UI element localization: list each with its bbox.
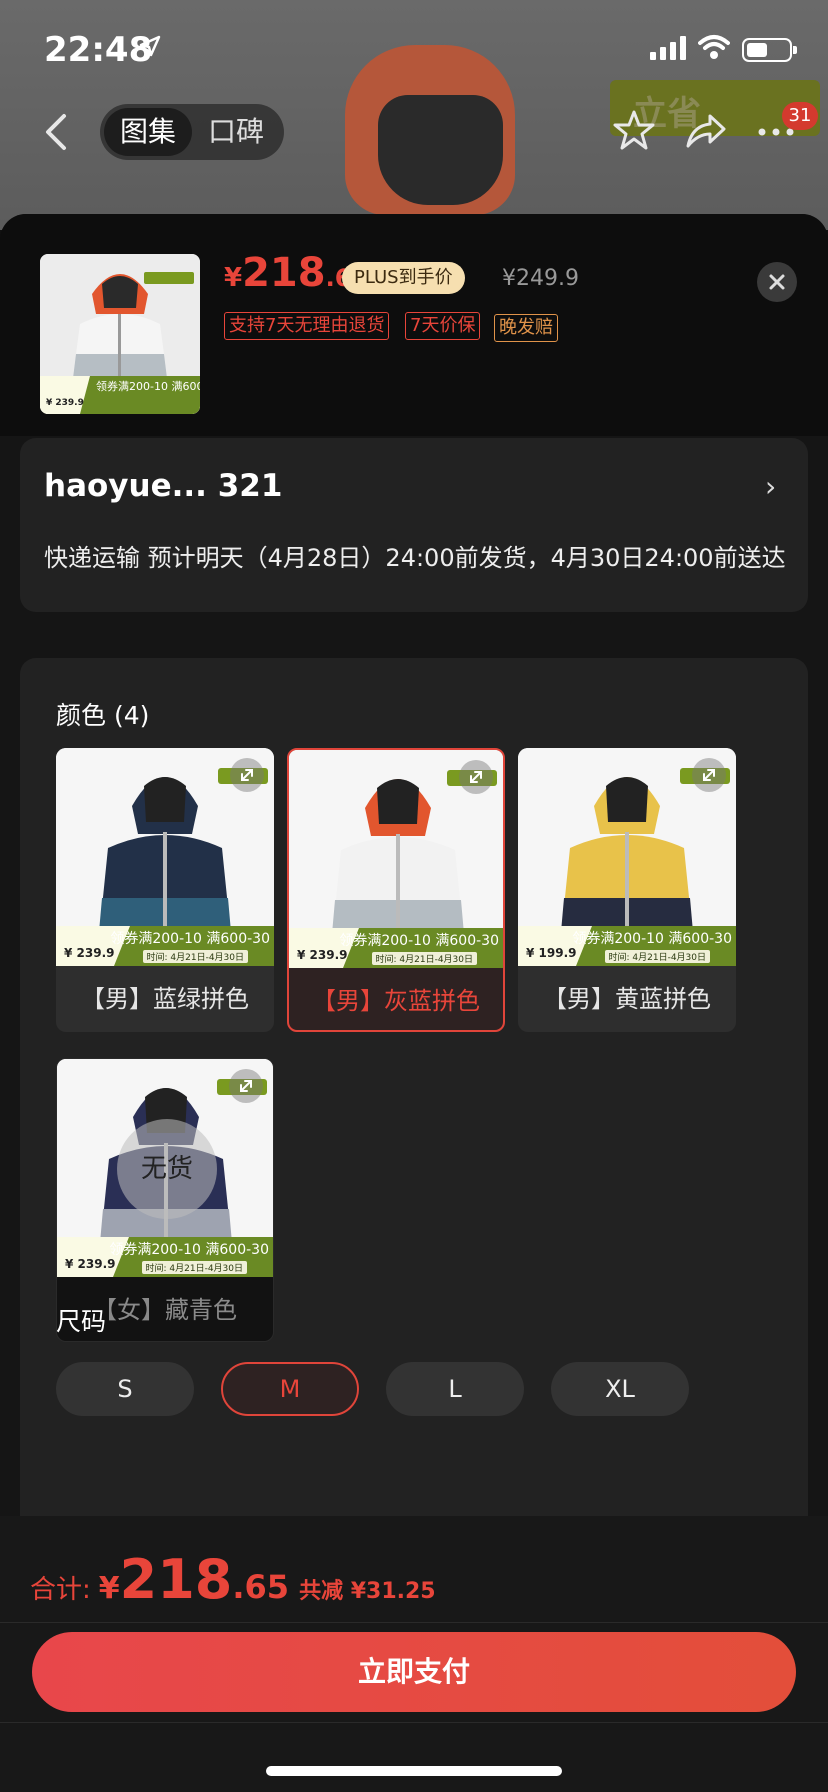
location-arrow-icon (139, 35, 161, 57)
sheet-header: 领券满200-10 满600-30 ¥ 239.9 ¥ 218 .65 PLUS… (0, 214, 828, 436)
promo-price: ¥ 199.9 (526, 946, 577, 960)
promo-price: ¥ 239.9 (297, 948, 348, 962)
color-option[interactable]: 领券满200-10 满600-30 时间: 4月21日-4月30日 ¥ 239.9 【… (287, 748, 505, 1032)
background-jacket-hood-inner (378, 95, 503, 205)
wifi-icon (698, 35, 730, 59)
promo-price: ¥ 239.9 (64, 946, 115, 960)
price-integer: 218 (242, 250, 326, 296)
promo-text: 领券满200-10 满600-30 (109, 1242, 269, 1258)
close-button[interactable] (757, 262, 797, 302)
promo-date: 时间: 4月21日-4月30日 (604, 950, 710, 963)
color-option-image: 领券满200-10 满600-30 时间: 4月21日-4月30日 ¥ 239.9 (289, 750, 503, 968)
price-currency: ¥ (224, 263, 243, 293)
original-price: ¥249.9 (502, 266, 579, 291)
recipient-name: haoyue... 321 (44, 468, 283, 504)
cellular-signal-icon (650, 36, 686, 60)
color-option[interactable]: 领券满200-10 满600-30 时间: 4月21日-4月30日 ¥ 199.9 【… (518, 748, 736, 1032)
total-decimal: .65 (232, 1568, 290, 1606)
promo-text: 领券满200-10 满600-30 (110, 931, 270, 947)
promo-strip: 领券满200-10 满600-30 时间: 4月21日-4月30日 ¥ 239.9 (289, 928, 503, 968)
promo-date: 时间: 4月21日-4月30日 (142, 950, 248, 963)
product-thumbnail[interactable]: 领券满200-10 满600-30 ¥ 239.9 (40, 254, 200, 414)
color-option-image: 领券满200-10 满600-30 时间: 4月21日-4月30日 ¥ 239.9 无… (57, 1059, 273, 1277)
color-section-title: 颜色 (4) (56, 701, 150, 730)
status-time: 22:48 (44, 30, 153, 70)
delivery-estimate: 快递运输 预计明天（4月28日）24:00前发货，4月30日24:00前送达 (44, 544, 786, 572)
tab-gallery[interactable]: 图集 (104, 108, 192, 156)
promo-date: 时间: 4月21日-4月30日 (371, 952, 477, 965)
spec-card: 颜色 (4) 领券满200-10 满600-30 时间: 4月21日-4月30日 ¥… (20, 658, 808, 1658)
tag-return-policy: 支持7天无理由退货 (224, 312, 390, 340)
total-price: 合计: ¥ 218 .65 共减 ¥31.25 (30, 1548, 436, 1611)
expand-icon[interactable] (459, 760, 493, 794)
status-bar: 22:48 (0, 0, 828, 96)
color-option-label: 【男】灰蓝拼色 (312, 987, 480, 1015)
pay-now-button[interactable]: 立即支付 (32, 1632, 796, 1712)
color-option[interactable]: 领券满200-10 满600-30 时间: 4月21日-4月30日 ¥ 239.9 【… (56, 748, 274, 1032)
total-currency: ¥ (98, 1571, 120, 1606)
promo-date: 时间: 4月21日-4月30日 (141, 1261, 247, 1274)
expand-arrows-icon (241, 769, 253, 781)
size-option[interactable]: XL (551, 1362, 689, 1416)
nav-tab-group: 图集 口碑 (100, 104, 284, 160)
expand-arrows-icon (703, 769, 715, 781)
size-option[interactable]: S (56, 1362, 194, 1416)
divider (0, 1722, 828, 1723)
expand-arrows-icon (240, 1080, 252, 1092)
promo-strip: 领券满200-10 满600-30 时间: 4月21日-4月30日 ¥ 239.9 (57, 1237, 273, 1277)
home-indicator[interactable] (266, 1766, 562, 1776)
promo-strip: 领券满200-10 满600-30 时间: 4月21日-4月30日 ¥ 199.9 (518, 926, 736, 966)
expand-icon[interactable] (230, 758, 264, 792)
battery-icon (742, 38, 797, 62)
promo-strip: 领券满200-10 满600-30 时间: 4月21日-4月30日 ¥ 239.9 (56, 926, 274, 966)
thumbnail-promo-text: 领券满200-10 满600-30 (96, 380, 200, 393)
expand-icon[interactable] (229, 1069, 263, 1103)
divider (0, 1622, 828, 1623)
color-option-label: 【男】蓝绿拼色 (81, 985, 249, 1013)
promo-price: ¥ 239.9 (65, 1257, 116, 1271)
color-option[interactable]: 领券满200-10 满600-30 时间: 4月21日-4月30日 ¥ 239.9 无… (56, 1058, 274, 1342)
cart-count-badge: 31 (782, 102, 818, 130)
tab-reviews[interactable]: 口碑 (192, 108, 280, 156)
total-integer: 218 (119, 1548, 233, 1611)
checkout-bar: 合计: ¥ 218 .65 共减 ¥31.25 立即支付 (0, 1516, 828, 1792)
size-option[interactable]: M (221, 1362, 359, 1416)
size-option[interactable]: L (386, 1362, 524, 1416)
size-section-title: 尺码 (56, 1307, 107, 1336)
promo-text: 领券满200-10 满600-30 (572, 931, 732, 947)
tag-price-protection: 7天价保 (405, 312, 481, 340)
expand-arrows-icon (470, 771, 482, 783)
size-options-row: S M L XL (56, 1362, 756, 1416)
total-label: 合计: (30, 1575, 91, 1605)
back-chevron-icon[interactable] (36, 110, 76, 154)
color-option-image: 领券满200-10 满600-30 时间: 4月21日-4月30日 ¥ 199.9 (518, 748, 736, 966)
tag-late-delivery-comp: 晚发赔 (494, 314, 558, 342)
plus-price-badge: PLUS到手价 (342, 262, 465, 294)
share-icon[interactable] (684, 108, 728, 152)
address-card[interactable]: haoyue... 321 › 快递运输 预计明天（4月28日）24:00前发货… (20, 438, 808, 612)
thumbnail-price: ¥ 239.9 (46, 398, 84, 408)
star-icon[interactable] (612, 108, 656, 152)
color-option-image: 领券满200-10 满600-30 时间: 4月21日-4月30日 ¥ 239.9 (56, 748, 274, 966)
out-of-stock-overlay: 无货 (117, 1119, 217, 1219)
expand-icon[interactable] (692, 758, 726, 792)
promo-text: 领券满200-10 满600-30 (339, 933, 499, 949)
close-icon (769, 274, 785, 290)
total-savings: 共减 ¥31.25 (299, 1579, 436, 1604)
color-option-label: 【男】黄蓝拼色 (543, 985, 711, 1013)
chevron-right-icon: › (765, 470, 777, 503)
